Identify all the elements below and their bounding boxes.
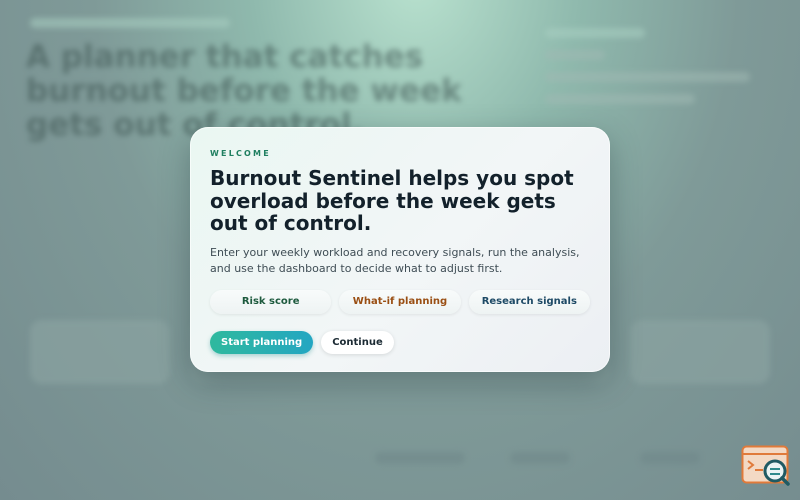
background-eyebrow xyxy=(30,18,230,28)
terminal-search-icon[interactable] xyxy=(741,445,791,487)
modal-actions: Start planning Continue xyxy=(210,330,590,354)
chip-research-signals: Research signals xyxy=(468,289,590,314)
modal-eyebrow: WELCOME xyxy=(210,149,271,158)
modal-title: Burnout Sentinel helps you spot overload… xyxy=(210,166,574,235)
chip-what-if-planning: What-if planning xyxy=(339,289,461,314)
background-side-panel xyxy=(545,28,755,118)
modal-description: Enter your weekly workload and recovery … xyxy=(210,245,580,275)
start-planning-button[interactable]: Start planning xyxy=(210,330,314,354)
feature-chips: Risk score What-if planning Research sig… xyxy=(210,289,590,314)
welcome-modal: WELCOME Burnout Sentinel helps you spot … xyxy=(190,127,610,372)
chip-risk-score: Risk score xyxy=(210,289,332,314)
continue-button[interactable]: Continue xyxy=(321,330,394,354)
